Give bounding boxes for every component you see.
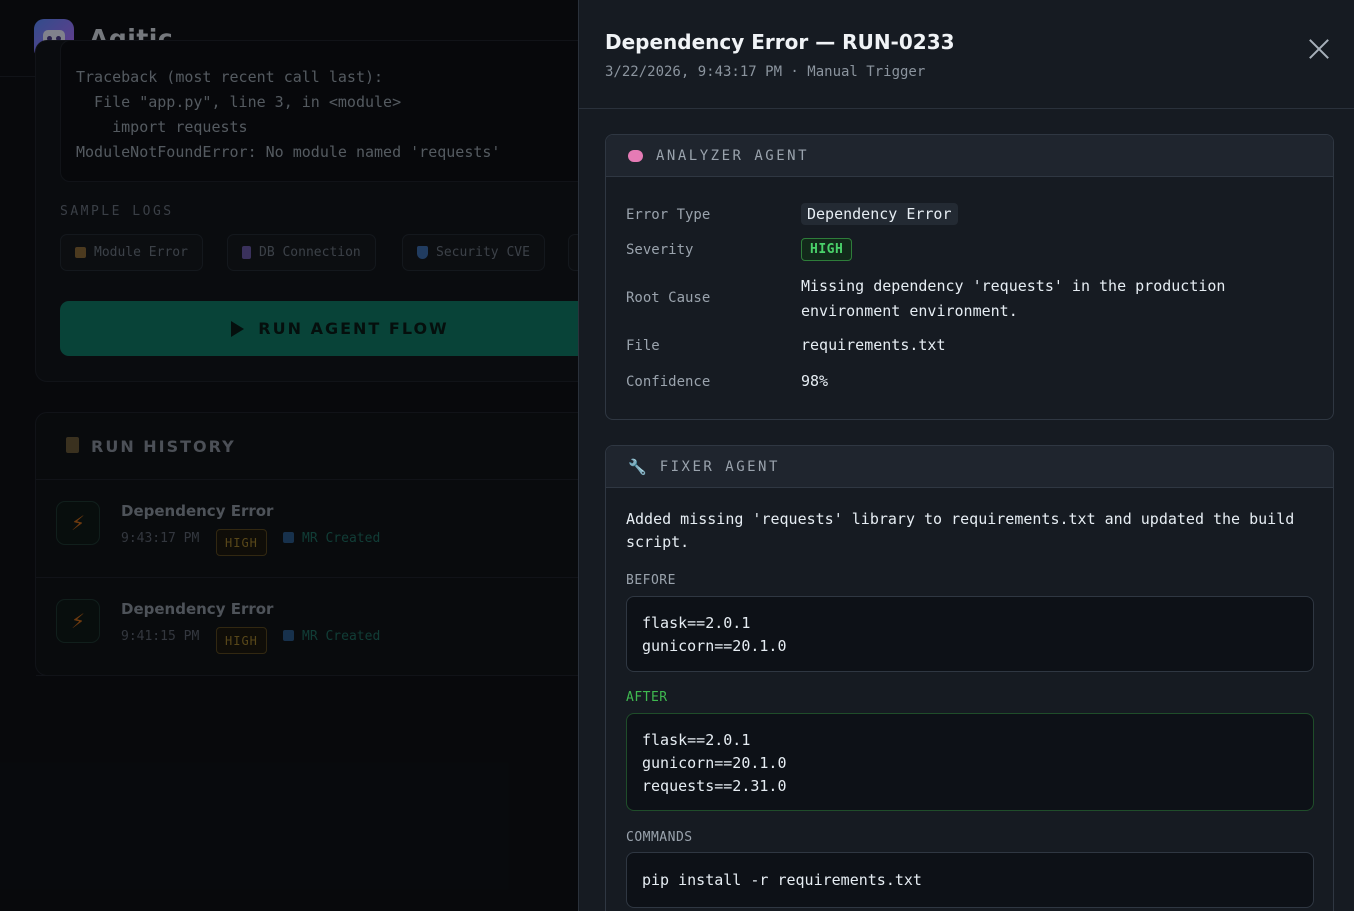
run-detail-drawer: Dependency Error — RUN-0233 3/22/2026, 9… (578, 0, 1354, 911)
close-icon[interactable] (1308, 38, 1330, 60)
file-value: requirements.txt (801, 336, 946, 354)
code-line: gunicorn==20.1.0 (642, 754, 787, 772)
error-type-value: Dependency Error (801, 203, 958, 225)
severity-badge: HIGH (801, 238, 853, 261)
before-code-block[interactable]: flask==2.0.1 gunicorn==20.1.0 (626, 596, 1314, 672)
command-line: pip install -r requirements.txt (642, 871, 922, 889)
drawer-header: Dependency Error — RUN-0233 3/22/2026, 9… (579, 0, 1354, 109)
wrench-icon: 🔧 (628, 457, 647, 476)
fixer-agent-card: 🔧 FIXER AGENT Added missing 'requests' l… (605, 445, 1334, 911)
analyzer-agent-header: ANALYZER AGENT (606, 135, 1333, 177)
fixer-agent-header: 🔧 FIXER AGENT (606, 446, 1333, 488)
code-line: flask==2.0.1 (642, 731, 751, 749)
error-type-key: Error Type (626, 207, 711, 223)
code-line: gunicorn==20.1.0 (642, 637, 787, 655)
fix-description: Added missing 'requests' library to requ… (626, 510, 1295, 551)
analyzer-agent-label: ANALYZER AGENT (656, 147, 810, 164)
brain-icon (628, 149, 643, 162)
confidence-value: 98% (801, 372, 829, 390)
before-label: BEFORE (626, 573, 676, 588)
severity-value: HIGH (801, 238, 853, 261)
root-cause-key: Root Cause (626, 290, 711, 306)
after-label: AFTER (626, 690, 668, 705)
severity-key: Severity (626, 242, 694, 258)
file-key: File (626, 338, 660, 354)
after-code-block[interactable]: flask==2.0.1 gunicorn==20.1.0 requests==… (626, 713, 1314, 811)
confidence-key: Confidence (626, 374, 711, 390)
drawer-title: Dependency Error — RUN-0233 (605, 30, 955, 54)
commands-code-block[interactable]: pip install -r requirements.txt (626, 852, 1314, 908)
root-cause-value: Missing dependency 'requests' in the pro… (801, 277, 1226, 320)
code-line: flask==2.0.1 (642, 614, 751, 632)
analyzer-agent-card: ANALYZER AGENT Error Type Dependency Err… (605, 134, 1334, 420)
code-line: requests==2.31.0 (642, 777, 787, 795)
commands-label: COMMANDS (626, 830, 693, 845)
modal-overlay[interactable] (0, 0, 578, 911)
drawer-subtitle: 3/22/2026, 9:43:17 PM · Manual Trigger (605, 64, 926, 80)
fixer-agent-label: FIXER AGENT (659, 458, 780, 475)
